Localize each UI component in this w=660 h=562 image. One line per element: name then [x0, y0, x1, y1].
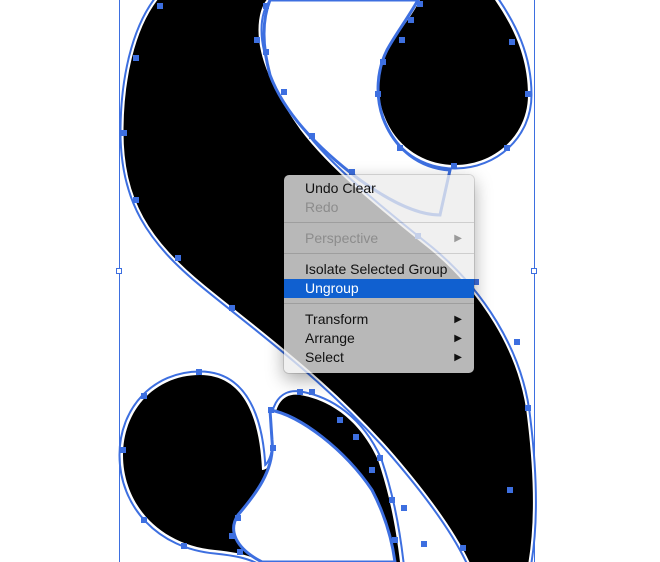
anchor-point[interactable]	[421, 541, 427, 547]
menu-item-label: Transform	[305, 311, 369, 327]
anchor-point[interactable]	[399, 37, 405, 43]
anchor-point[interactable]	[263, 3, 269, 9]
menu-item-undo-clear[interactable]: Undo Clear	[284, 179, 474, 198]
menu-item-label: Redo	[305, 199, 339, 215]
context-menu[interactable]: Undo Clear Redo Perspective ▶ Isolate Se…	[284, 175, 474, 373]
anchor-point[interactable]	[514, 339, 520, 345]
anchor-point[interactable]	[451, 163, 457, 169]
anchor-point[interactable]	[392, 537, 398, 543]
anchor-point[interactable]	[120, 447, 126, 453]
artboard-canvas[interactable]: Undo Clear Redo Perspective ▶ Isolate Se…	[0, 0, 660, 562]
anchor-point[interactable]	[353, 434, 359, 440]
anchor-point[interactable]	[235, 515, 241, 521]
anchor-point[interactable]	[389, 497, 395, 503]
bbox-handle-right[interactable]	[531, 268, 537, 274]
anchor-point[interactable]	[375, 91, 381, 97]
menu-item-select[interactable]: Select ▶	[284, 348, 474, 367]
anchor-point[interactable]	[380, 59, 386, 65]
anchor-point[interactable]	[254, 37, 260, 43]
anchor-point[interactable]	[401, 505, 407, 511]
menu-item-ungroup[interactable]: Ungroup	[284, 279, 474, 298]
anchor-point[interactable]	[281, 89, 287, 95]
anchor-point[interactable]	[509, 39, 515, 45]
anchor-point[interactable]	[157, 3, 163, 9]
anchor-point[interactable]	[309, 133, 315, 139]
menu-item-label: Perspective	[305, 230, 379, 246]
menu-item-arrange[interactable]: Arrange ▶	[284, 329, 474, 348]
menu-item-transform[interactable]: Transform ▶	[284, 310, 474, 329]
anchor-point[interactable]	[270, 445, 276, 451]
anchor-point[interactable]	[141, 517, 147, 523]
anchor-point[interactable]	[133, 197, 139, 203]
anchor-point[interactable]	[133, 55, 139, 61]
menu-item-label: Isolate Selected Group	[305, 261, 448, 277]
anchor-point[interactable]	[196, 369, 202, 375]
anchor-point[interactable]	[237, 549, 243, 555]
anchor-point[interactable]	[229, 305, 235, 311]
menu-item-label: Undo Clear	[305, 180, 376, 196]
anchor-point[interactable]	[268, 407, 274, 413]
menu-item-isolate-selected-group[interactable]: Isolate Selected Group	[284, 260, 474, 279]
bbox-handle-left[interactable]	[116, 268, 122, 274]
menu-separator	[284, 253, 474, 254]
anchor-point[interactable]	[369, 467, 375, 473]
anchor-point[interactable]	[337, 417, 343, 423]
menu-item-redo: Redo	[284, 198, 474, 217]
anchor-point[interactable]	[504, 145, 510, 151]
anchor-point[interactable]	[460, 545, 466, 551]
anchor-point[interactable]	[309, 389, 315, 395]
anchor-point[interactable]	[525, 405, 531, 411]
menu-separator	[284, 303, 474, 304]
anchor-point[interactable]	[263, 49, 269, 55]
anchor-point[interactable]	[408, 17, 414, 23]
submenu-arrow-icon: ▶	[454, 233, 462, 244]
anchor-point[interactable]	[121, 130, 127, 136]
menu-separator	[284, 222, 474, 223]
anchor-point[interactable]	[229, 533, 235, 539]
menu-item-label: Select	[305, 349, 344, 365]
anchor-point[interactable]	[377, 455, 383, 461]
submenu-arrow-icon: ▶	[454, 314, 462, 325]
menu-item-label: Ungroup	[305, 280, 359, 296]
submenu-arrow-icon: ▶	[454, 352, 462, 363]
anchor-point[interactable]	[525, 91, 531, 97]
anchor-point[interactable]	[417, 1, 423, 7]
anchor-point[interactable]	[507, 487, 513, 493]
submenu-arrow-icon: ▶	[454, 333, 462, 344]
anchor-point[interactable]	[141, 393, 147, 399]
anchor-point[interactable]	[297, 389, 303, 395]
menu-item-label: Arrange	[305, 330, 355, 346]
anchor-point[interactable]	[397, 145, 403, 151]
menu-item-perspective: Perspective ▶	[284, 229, 474, 248]
anchor-point[interactable]	[175, 255, 181, 261]
anchor-point[interactable]	[181, 543, 187, 549]
